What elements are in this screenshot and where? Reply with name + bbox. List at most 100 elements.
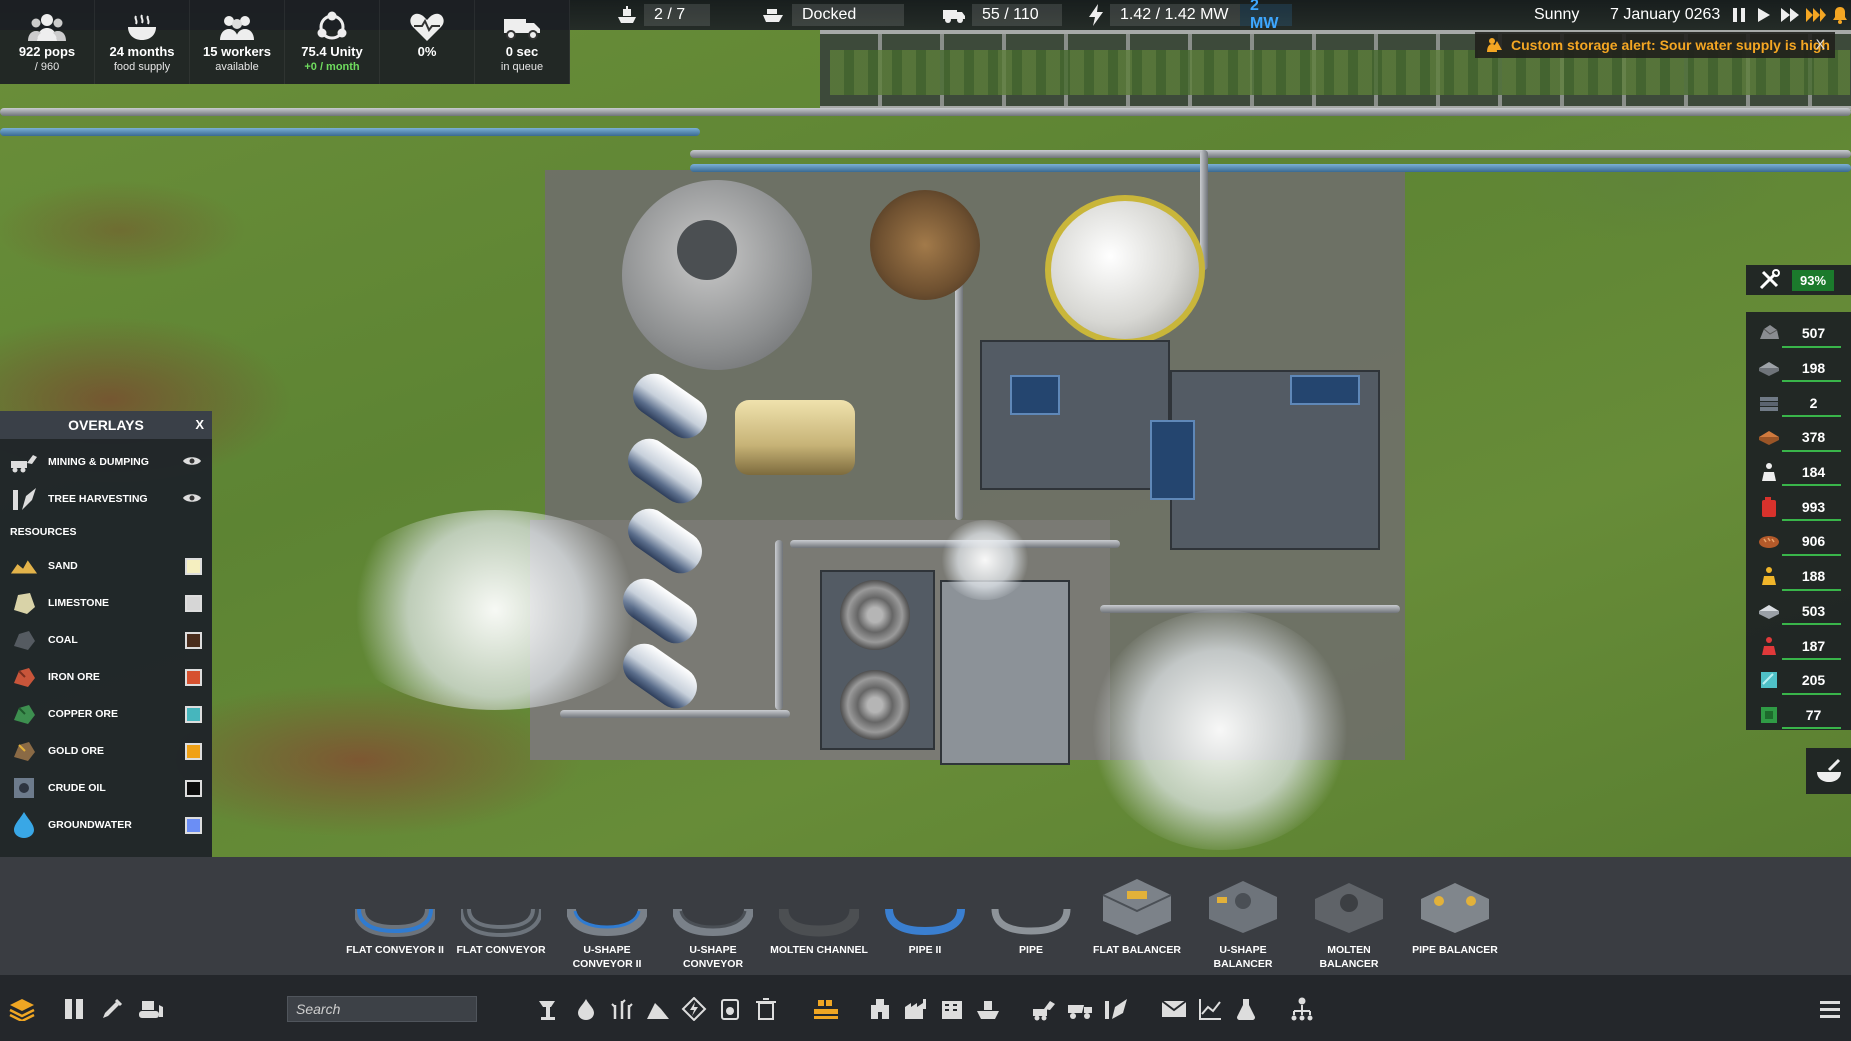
resource-row[interactable]: 906	[1746, 524, 1851, 559]
resource-row[interactable]: 188	[1746, 559, 1851, 594]
vehicle-queue-stat[interactable]: 0 sec in queue	[475, 0, 570, 84]
storage-silo[interactable]	[622, 180, 812, 370]
notification-button[interactable]	[1830, 4, 1850, 26]
play-icon	[1758, 8, 1770, 22]
overlay-resource-copper-ore[interactable]: COPPER ORE	[0, 695, 212, 732]
resource-row[interactable]: 77	[1746, 698, 1851, 733]
build-item-flat-conveyor-ii[interactable]: FLAT CONVEYOR II	[342, 857, 448, 975]
overlays-close-button[interactable]: X	[195, 417, 204, 432]
unity-stat[interactable]: 75.4 Unity +0 / month	[285, 0, 380, 84]
category-factories[interactable]	[902, 995, 930, 1023]
play-button[interactable]	[1754, 4, 1774, 26]
build-item-u-shape-conveyor-ii[interactable]: U-SHAPE CONVEYOR II	[554, 857, 660, 975]
dock-indicator[interactable]: Docked	[762, 4, 904, 26]
statistics-button[interactable]	[1196, 995, 1224, 1023]
resource-level-bar	[1782, 380, 1841, 383]
resource-row[interactable]: 378	[1746, 420, 1851, 455]
search-input[interactable]	[287, 996, 477, 1022]
power-plant-building[interactable]	[940, 580, 1070, 765]
category-water[interactable]	[572, 995, 600, 1023]
category-forestry[interactable]	[1102, 995, 1130, 1023]
eyedropper-button[interactable]	[98, 995, 126, 1023]
game-world-viewport[interactable]	[0, 0, 1851, 857]
vehicles-indicator[interactable]: 55 / 110	[942, 4, 1062, 26]
resource-row[interactable]: 205	[1746, 663, 1851, 698]
power-capacity: 2 MW	[1240, 0, 1292, 32]
category-docks[interactable]	[974, 995, 1002, 1023]
overlay-resource-groundwater[interactable]: GROUNDWATER	[0, 806, 212, 843]
build-item-pipe-balancer[interactable]: PIPE BALANCER	[1402, 857, 1508, 975]
build-item-label: U-SHAPE CONVEYOR	[682, 944, 744, 970]
eye-icon[interactable]	[182, 455, 202, 467]
resource-row[interactable]: 198	[1746, 351, 1851, 386]
resource-row[interactable]: 507	[1746, 316, 1851, 351]
bulldozer-button[interactable]	[136, 995, 164, 1023]
fastest-speed-button[interactable]	[1804, 4, 1828, 26]
boiler-tank[interactable]	[735, 400, 855, 475]
food-stat[interactable]: 24 months food supply	[95, 0, 190, 84]
resource-row[interactable]: 187	[1746, 628, 1851, 663]
vehicles-count: 55 / 110	[972, 4, 1062, 26]
overlay-resource-limestone[interactable]: LIMESTONE	[0, 584, 212, 621]
steel-plate-icon	[1760, 396, 1778, 411]
fast-forward-button[interactable]	[1778, 4, 1802, 26]
maintenance-indicator[interactable]: 93%	[1746, 265, 1851, 295]
build-item-flat-conveyor[interactable]: FLAT CONVEYOR	[448, 857, 554, 975]
groundwater-icon	[14, 811, 34, 838]
category-storage[interactable]	[644, 995, 672, 1023]
build-item-u-shape-conveyor[interactable]: U-SHAPE CONVEYOR	[660, 857, 766, 975]
ships-indicator[interactable]: 2 / 7	[616, 4, 710, 26]
resource-value: 188	[1801, 568, 1826, 585]
power-indicator[interactable]: 1.42 / 1.42 MW 2 MW	[1088, 0, 1292, 32]
research-button[interactable]	[1232, 995, 1260, 1023]
resource-row[interactable]: 503	[1746, 594, 1851, 629]
health-stat[interactable]: 0%	[380, 0, 475, 84]
build-item-pipe-ii[interactable]: PIPE II	[872, 857, 978, 975]
resource-row[interactable]: 993	[1746, 489, 1851, 524]
overlay-resource-gold-ore[interactable]: GOLD ORE	[0, 732, 212, 769]
build-item-molten-channel[interactable]: MOLTEN CHANNEL	[766, 857, 872, 975]
excavator-vehicle-icon	[1033, 1001, 1055, 1021]
build-item-molten-balancer[interactable]: MOLTEN BALANCER	[1296, 857, 1402, 975]
build-item-pipe[interactable]: PIPE	[978, 857, 1084, 975]
overlay-resource-crude-oil[interactable]: CRUDE OIL	[0, 769, 212, 806]
workers-stat[interactable]: 15 workers available	[190, 0, 285, 84]
resource-level-bar	[1782, 727, 1841, 730]
category-vehicles[interactable]	[1030, 995, 1058, 1023]
layers-button[interactable]	[8, 995, 36, 1023]
messages-button[interactable]	[1160, 995, 1188, 1023]
population-button[interactable]	[1288, 995, 1316, 1023]
overlay-toggle-trees[interactable]: TREE HARVESTING	[0, 480, 212, 517]
overlay-resource-sand[interactable]: SAND	[0, 547, 212, 584]
resource-row[interactable]: 184	[1746, 455, 1851, 490]
category-recycling[interactable]	[752, 995, 780, 1023]
category-buildings[interactable]	[866, 995, 894, 1023]
storage-alert[interactable]: Custom storage alert: Sour water supply …	[1475, 32, 1835, 58]
category-transports[interactable]	[812, 995, 840, 1023]
overlay-toggle-mining[interactable]: MINING & DUMPING	[0, 443, 212, 480]
resource-value: 906	[1801, 533, 1826, 550]
overlay-resource-coal[interactable]: COAL	[0, 621, 212, 658]
category-power[interactable]	[680, 995, 708, 1023]
overlay-resource-iron-ore[interactable]: IRON ORE	[0, 658, 212, 695]
pause-construction-button[interactable]	[60, 995, 88, 1023]
category-trucks[interactable]	[1066, 995, 1094, 1023]
machine-module	[1010, 375, 1060, 415]
build-item-label: U-SHAPE CONVEYOR II	[572, 944, 642, 970]
resource-row[interactable]: 2	[1746, 385, 1851, 420]
main-menu-button[interactable]	[1816, 995, 1844, 1023]
eye-icon[interactable]	[182, 492, 202, 504]
alert-close-button[interactable]: X	[1816, 36, 1825, 52]
build-item-flat-balancer[interactable]: FLAT BALANCER	[1084, 857, 1190, 975]
pause-button[interactable]	[1729, 4, 1749, 26]
build-item-u-shape-balancer[interactable]: U-SHAPE BALANCER	[1190, 857, 1296, 975]
refinery-unit[interactable]	[980, 340, 1170, 490]
category-farming[interactable]	[608, 995, 636, 1023]
category-housing[interactable]	[938, 995, 966, 1023]
category-machines[interactable]	[716, 995, 744, 1023]
distillation-tower[interactable]	[870, 190, 980, 300]
pipe-tool-button[interactable]	[1806, 748, 1851, 794]
population-stat[interactable]: 922 pops / 960	[0, 0, 95, 84]
category-mining[interactable]	[536, 995, 564, 1023]
gas-storage-sphere[interactable]	[1045, 195, 1205, 345]
